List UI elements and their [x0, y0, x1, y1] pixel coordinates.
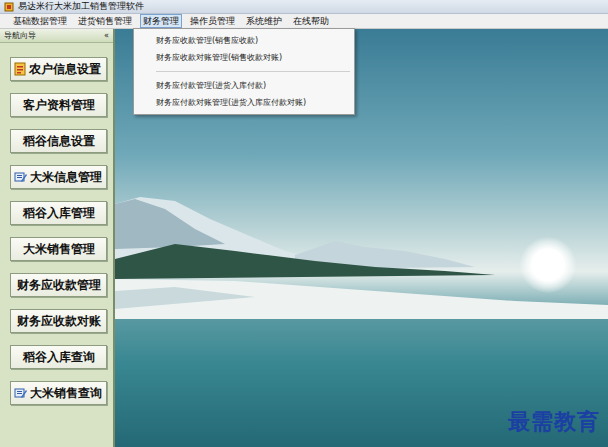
sidebar-button[interactable]: 财务应收款对账 — [10, 309, 107, 333]
title-bar: 易达米行大米加工销售管理软件 — [0, 0, 608, 14]
sidebar-button[interactable]: 大米销售管理 — [10, 237, 107, 261]
menu-bar: 基础数据管理进货销售管理财务管理操作员管理系统维护在线帮助 — [0, 14, 608, 29]
menu-item[interactable]: 系统维护 — [243, 14, 285, 28]
sidebar-button[interactable]: 大米销售查询 — [10, 381, 107, 405]
dropdown-item[interactable]: 财务应收款对账管理(销售收款对账) — [134, 49, 354, 66]
menu-item[interactable]: 操作员管理 — [187, 14, 238, 28]
app-icon — [4, 2, 14, 12]
menu-item[interactable]: 进货销售管理 — [75, 14, 135, 28]
document-icon — [14, 62, 26, 76]
menu-item[interactable]: 在线帮助 — [290, 14, 332, 28]
collapse-button[interactable]: « — [104, 31, 109, 40]
sidebar-button-label: 大米销售查询 — [30, 385, 102, 402]
sidebar-button[interactable]: 客户资料管理 — [10, 93, 107, 117]
window-title: 易达米行大米加工销售管理软件 — [18, 0, 144, 13]
dropdown-item[interactable]: 财务应付款对账管理(进货入库应付款对账) — [134, 94, 354, 111]
dropdown-item[interactable]: 财务应收款管理(销售应收款) — [134, 32, 354, 49]
sidebar-button-label: 大米销售管理 — [23, 241, 95, 258]
sidebar: 导航向导 « 农户信息设置客户资料管理稻谷信息设置大米信息管理稻谷入库管理大米销售管… — [0, 29, 115, 447]
dropdown-menu: 财务应收款管理(销售应收款)财务应收款对账管理(销售收款对账) 财务应付款管理(进… — [133, 28, 355, 115]
menu-item[interactable]: 财务管理 — [140, 14, 182, 28]
sidebar-button-label: 财务应收款对账 — [17, 313, 101, 330]
sidebar-button-label: 农户信息设置 — [29, 61, 101, 78]
menu-item[interactable]: 基础数据管理 — [10, 14, 70, 28]
dropdown-item[interactable]: 财务应付款管理(进货入库付款) — [134, 77, 354, 94]
sidebar-button[interactable]: 稻谷入库查询 — [10, 345, 107, 369]
sidebar-list: 农户信息设置客户资料管理稻谷信息设置大米信息管理稻谷入库管理大米销售管理财务应收… — [0, 43, 113, 405]
sidebar-button-label: 财务应收款管理 — [17, 277, 101, 294]
watermark: 最需教育 — [508, 407, 600, 437]
edit-icon — [14, 387, 27, 399]
sidebar-button-label: 客户资料管理 — [23, 97, 95, 114]
sidebar-button-label: 稻谷入库查询 — [23, 349, 95, 366]
sidebar-button-label: 大米信息管理 — [30, 169, 102, 186]
sidebar-button[interactable]: 稻谷入库管理 — [10, 201, 107, 225]
sidebar-button[interactable]: 财务应收款管理 — [10, 273, 107, 297]
edit-icon — [14, 171, 27, 183]
sidebar-button[interactable]: 农户信息设置 — [10, 57, 107, 81]
sidebar-title: 导航向导 — [4, 30, 36, 41]
sidebar-button-label: 稻谷入库管理 — [23, 205, 95, 222]
menu-separator — [156, 71, 350, 72]
sidebar-header: 导航向导 « — [0, 29, 113, 43]
sun — [520, 237, 576, 293]
sidebar-button[interactable]: 大米信息管理 — [10, 165, 107, 189]
sidebar-button[interactable]: 稻谷信息设置 — [10, 129, 107, 153]
sidebar-button-label: 稻谷信息设置 — [23, 133, 95, 150]
